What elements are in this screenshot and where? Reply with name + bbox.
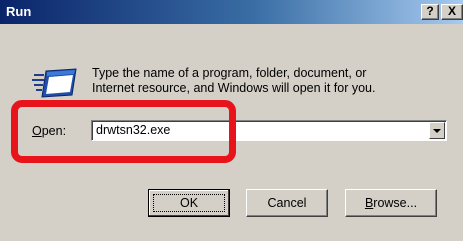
open-label-text: pen: (41, 124, 67, 138)
instructions-text: Type the name of a program, folder, docu… (92, 66, 452, 96)
help-button[interactable]: ? (421, 4, 439, 20)
open-combobox[interactable] (91, 120, 447, 141)
open-dropdown-button[interactable] (429, 122, 445, 139)
cancel-button-label: Cancel (267, 196, 307, 210)
run-dialog-icon (32, 68, 77, 98)
ok-button[interactable]: OK (148, 189, 230, 217)
focus-rectangle (153, 194, 225, 212)
open-input[interactable] (96, 121, 426, 140)
title-bar[interactable]: Run ? X (0, 0, 463, 24)
chevron-down-icon (433, 129, 441, 133)
instructions-line-1: Type the name of a program, folder, docu… (92, 66, 367, 80)
window-title: Run (6, 4, 32, 19)
cancel-button[interactable]: Cancel (246, 189, 328, 217)
browse-button[interactable]: Browse... (345, 189, 437, 217)
browse-button-label: rowse... (373, 196, 418, 210)
run-dialog: Run ? X Type the name of a program, fold… (0, 0, 463, 241)
open-label-accelerator: O (32, 124, 42, 138)
close-button[interactable]: X (441, 4, 463, 20)
open-label: Open: (32, 124, 66, 138)
instructions-line-2: Internet resource, and Windows will open… (92, 81, 376, 95)
